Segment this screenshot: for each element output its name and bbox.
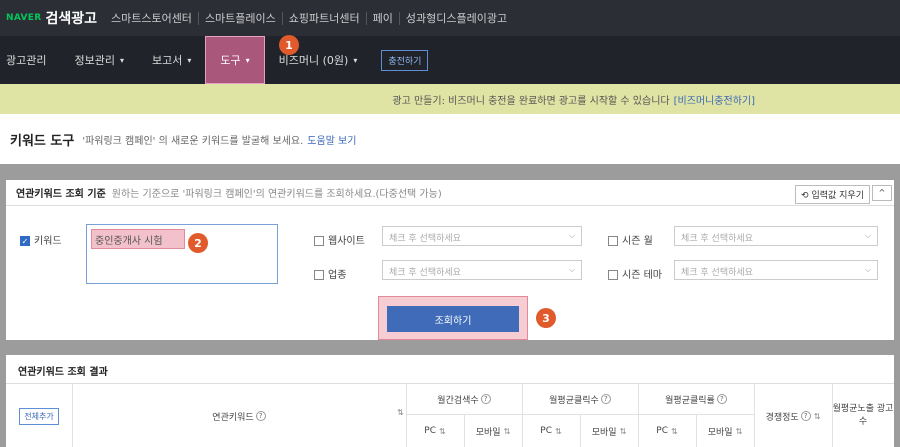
industry-label: 업종 xyxy=(328,270,347,281)
chevron-down-icon: ⌵ xyxy=(568,265,575,274)
col-avg-ad-exposure[interactable]: 월평균노출 광고수 xyxy=(832,384,894,447)
col-competition[interactable]: 경쟁정도? ⇅ xyxy=(754,384,832,447)
help-icon[interactable]: ? xyxy=(600,394,611,404)
col-search-mobile[interactable]: 모바일 ⇅ xyxy=(464,414,522,447)
notice-banner: 광고 만들기: 비즈머니 충전을 완료하면 광고를 시작할 수 있습니다 [비즈… xyxy=(0,84,900,114)
season-theme-label: 시즌 테마 xyxy=(622,270,662,281)
chevron-down-icon: ⌵ xyxy=(864,231,871,240)
sort-icon[interactable]: ⇅ xyxy=(397,408,404,417)
main-menu: 광고관리 정보관리 ▾ 보고서 ▾ 도구 ▾ 비즈머니 (0원) ▾ 충전하기 xyxy=(0,36,900,84)
menu-ad-management[interactable]: 광고관리 xyxy=(0,36,60,84)
col-clicks-mobile[interactable]: 모바일 ⇅ xyxy=(580,414,638,447)
col-clicks-pc[interactable]: PC ⇅ xyxy=(522,414,580,447)
col-search-pc[interactable]: PC ⇅ xyxy=(406,414,464,447)
website-checkbox-row[interactable]: 웹사이트 xyxy=(314,232,365,247)
search-button[interactable]: 조회하기 xyxy=(387,306,519,332)
industry-select[interactable]: 체크 후 선택하세요 ⌵ xyxy=(382,260,582,280)
season-month-checkbox-row[interactable]: 시즌 월 xyxy=(608,232,653,247)
col-ctr-pc[interactable]: PC ⇅ xyxy=(638,414,696,447)
website-label: 웹사이트 xyxy=(328,236,365,247)
help-icon[interactable]: ? xyxy=(255,411,266,421)
step-badge-2: 2 xyxy=(188,233,208,253)
sort-icon: ⇅ xyxy=(439,426,446,436)
collapse-button[interactable]: ^ xyxy=(872,185,892,201)
criteria-panel: 연관키워드 조회 기준 원하는 기준으로 '파워링크 캠페인'의 연관키워드를 … xyxy=(6,180,894,340)
keyword-checkbox-row[interactable]: ✓ 키워드 xyxy=(20,232,62,247)
criteria-title: 연관키워드 조회 기준 xyxy=(16,189,106,200)
top-nav-smartstore[interactable]: 스마트스토어센터 xyxy=(105,12,198,25)
criteria-header: 연관키워드 조회 기준 원하는 기준으로 '파워링크 캠페인'의 연관키워드를 … xyxy=(6,180,894,206)
chevron-down-icon: ▾ xyxy=(119,55,124,65)
menu-tools[interactable]: 도구 ▾ xyxy=(205,36,265,84)
menu-info-management[interactable]: 정보관리 ▾ xyxy=(60,36,138,84)
page-description: '파워링크 캠페인' 의 새로운 키워드를 발굴해 보세요. 도움말 보기 xyxy=(82,135,357,147)
sort-icon: ⇅ xyxy=(735,426,743,436)
sort-icon: ⇅ xyxy=(503,426,511,436)
help-link[interactable]: 도움말 보기 xyxy=(307,136,356,147)
page-header: 키워드 도구 '파워링크 캠페인' 의 새로운 키워드를 발굴해 보세요. 도움말… xyxy=(0,114,900,164)
menu-reports[interactable]: 보고서 ▾ xyxy=(138,36,205,84)
season-theme-select[interactable]: 체크 후 선택하세요 ⌵ xyxy=(674,260,878,280)
notice-text: 광고 만들기: 비즈머니 충전을 완료하면 광고를 시작할 수 있습니다 xyxy=(392,95,670,107)
reset-input-button[interactable]: ⟲ 입력값 지우기 xyxy=(795,185,870,204)
col-monthly-search: 월간검색수? xyxy=(406,384,522,414)
help-icon[interactable]: ? xyxy=(480,394,491,404)
top-nav-pay[interactable]: 페이 xyxy=(365,12,399,25)
season-theme-checkbox-row[interactable]: 시즌 테마 xyxy=(608,266,662,281)
help-icon[interactable]: ? xyxy=(800,411,811,421)
col-keyword[interactable]: 연관키워드? xyxy=(72,384,406,447)
keyword-value: 중인중개사 시험 xyxy=(91,229,185,249)
sort-icon: ⇅ xyxy=(555,426,562,436)
season-month-select[interactable]: 체크 후 선택하세요 ⌵ xyxy=(674,226,878,246)
industry-checkbox[interactable] xyxy=(314,270,324,280)
chevron-down-icon: ⌵ xyxy=(864,265,871,274)
sort-icon: ⇅ xyxy=(671,426,678,436)
chevron-down-icon: ▾ xyxy=(353,55,358,65)
chevron-down-icon: ⌵ xyxy=(568,231,575,240)
keyword-label: 키워드 xyxy=(34,236,62,247)
season-theme-checkbox[interactable] xyxy=(608,270,618,280)
website-select[interactable]: 체크 후 선택하세요 ⌵ xyxy=(382,226,582,246)
industry-checkbox-row[interactable]: 업종 xyxy=(314,266,346,281)
add-all-button[interactable]: 전체추가 xyxy=(19,407,59,425)
page-title: 키워드 도구 xyxy=(10,133,75,149)
results-panel: 연관키워드 조회 결과 전체추가 연관키워드? ⇅ 월간검색수? 월평균클릭수?… xyxy=(6,355,894,447)
naver-logo[interactable]: NAVER xyxy=(6,13,41,23)
season-month-checkbox[interactable] xyxy=(608,236,618,246)
help-icon[interactable]: ? xyxy=(716,394,727,404)
col-avg-ctr: 월평균클릭률? xyxy=(638,384,754,414)
refresh-icon: ⟲ xyxy=(801,191,809,201)
sort-icon: ⇅ xyxy=(619,426,627,436)
search-highlight: 조회하기 xyxy=(378,296,528,340)
chevron-down-icon: ▾ xyxy=(245,55,250,65)
brand-title[interactable]: 검색광고 xyxy=(45,8,97,28)
sort-icon: ⇅ xyxy=(813,411,821,421)
keyword-checkbox[interactable]: ✓ xyxy=(20,236,30,246)
keyword-textarea[interactable]: 중인중개사 시험 xyxy=(86,224,278,284)
col-avg-clicks: 월평균클릭수? xyxy=(522,384,638,414)
step-badge-3: 3 xyxy=(536,308,556,328)
top-nav-smartplace[interactable]: 스마트플레이스 xyxy=(197,12,282,25)
criteria-description: 원하는 기준으로 '파워링크 캠페인'의 연관키워드를 조회하세요.(다중선택 … xyxy=(111,189,442,200)
website-checkbox[interactable] xyxy=(314,236,324,246)
season-month-label: 시즌 월 xyxy=(622,236,653,247)
step-badge-1: 1 xyxy=(279,35,299,55)
top-bar: NAVER 검색광고 스마트스토어센터 스마트플레이스 쇼핑파트너센터 페이 성과형디스… xyxy=(0,0,900,36)
top-nav-display-ads[interactable]: 성과형디스플레이광고 xyxy=(398,12,514,25)
charge-button[interactable]: 충전하기 xyxy=(381,49,429,71)
results-table-header: 전체추가 연관키워드? ⇅ 월간검색수? 월평균클릭수? 월평균클릭률? 경쟁정… xyxy=(6,383,894,447)
col-ctr-mobile[interactable]: 모바일 ⇅ xyxy=(696,414,754,447)
top-nav-shopping-partner[interactable]: 쇼핑파트너센터 xyxy=(281,12,366,25)
top-nav: 스마트스토어센터 스마트플레이스 쇼핑파트너센터 페이 성과형디스플레이광고 xyxy=(105,10,514,26)
bizmoney-charge-link[interactable]: [비즈머니충전하기] xyxy=(674,92,755,107)
chevron-down-icon: ▾ xyxy=(187,55,192,65)
results-title: 연관키워드 조회 결과 xyxy=(18,367,108,378)
